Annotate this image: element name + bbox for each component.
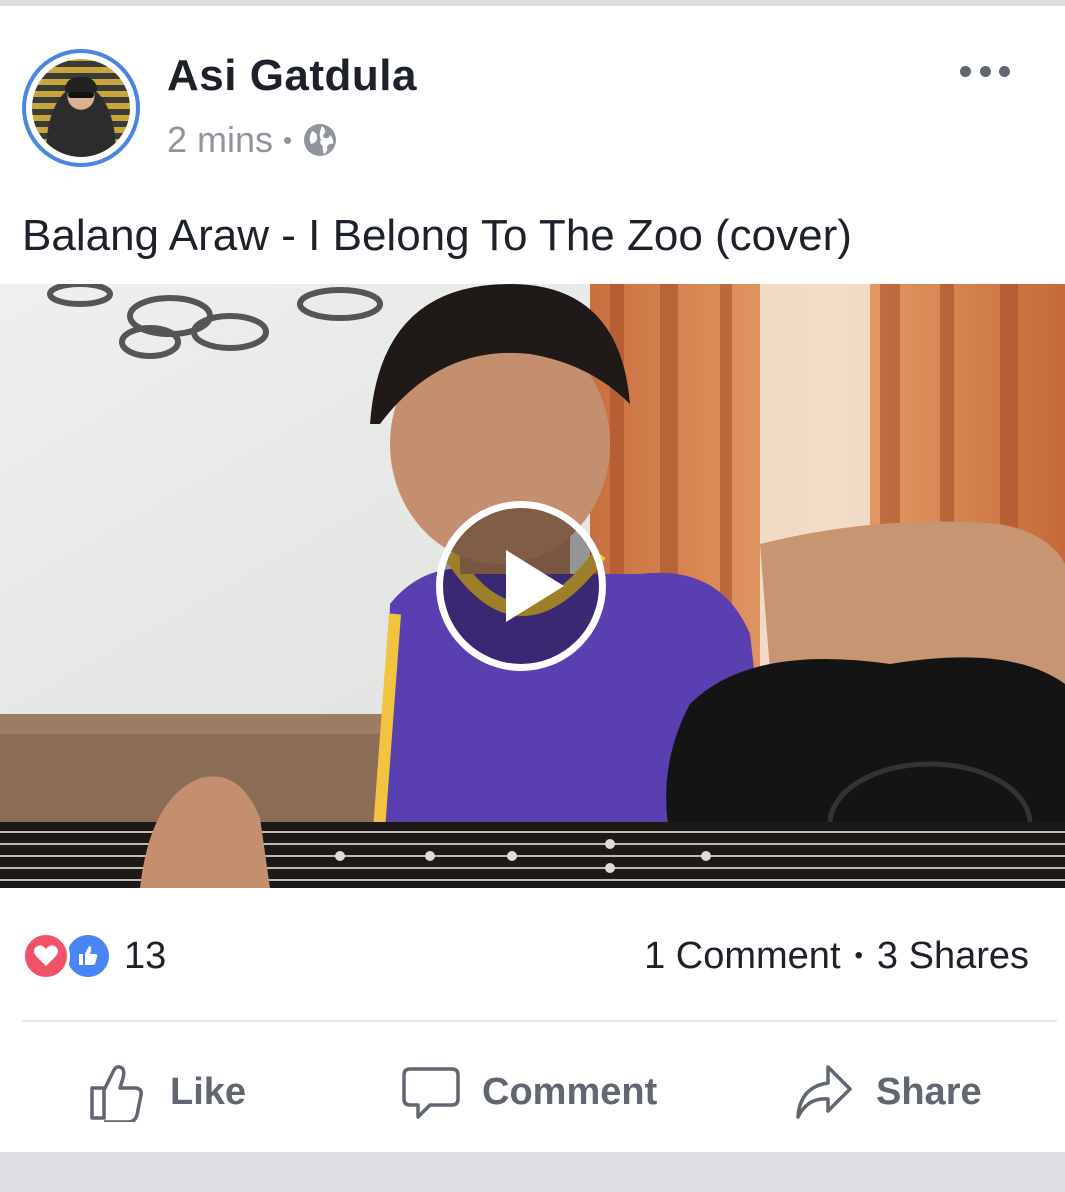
comment-bubble-icon — [402, 1067, 460, 1119]
like-button[interactable]: Like — [88, 1050, 246, 1134]
post-stats: 1 Comment • 3 Shares — [644, 932, 1029, 980]
comment-button[interactable]: Comment — [402, 1050, 657, 1134]
more-options-icon[interactable] — [960, 58, 1010, 84]
share-button[interactable]: Share — [794, 1050, 982, 1134]
play-icon — [506, 550, 564, 622]
avatar-photo — [32, 59, 130, 157]
reaction-count: 13 — [124, 934, 167, 977]
globe-icon[interactable] — [302, 122, 338, 158]
thumbs-up-icon — [90, 1065, 143, 1122]
action-bar: Like Comment Share — [0, 1050, 1065, 1134]
share-label: Share — [876, 1070, 982, 1113]
author-avatar[interactable] — [22, 49, 140, 167]
post-meta: 2 mins • — [167, 118, 338, 162]
post-text: Balang Araw - I Belong To The Zoo (cover… — [22, 211, 852, 260]
like-reaction-icon — [64, 932, 112, 980]
video-player[interactable] — [0, 284, 1065, 888]
share-arrow-icon — [796, 1065, 852, 1119]
divider — [22, 1020, 1057, 1022]
like-label: Like — [170, 1070, 247, 1113]
comment-label: Comment — [482, 1070, 658, 1113]
author-name[interactable]: Asi Gatdula — [167, 50, 417, 102]
reactions-summary[interactable]: 13 — [22, 932, 166, 980]
comment-count-link[interactable]: 1 Comment — [644, 935, 840, 978]
share-count-link[interactable]: 3 Shares — [877, 935, 1029, 978]
meta-separator: • — [283, 125, 293, 155]
post-time[interactable]: 2 mins — [167, 118, 273, 162]
post-card: Asi Gatdula 2 mins • Balang Araw - I Bel… — [0, 6, 1065, 1152]
love-reaction-icon — [22, 932, 70, 980]
stats-separator: • — [854, 942, 863, 969]
play-button[interactable] — [436, 501, 606, 671]
